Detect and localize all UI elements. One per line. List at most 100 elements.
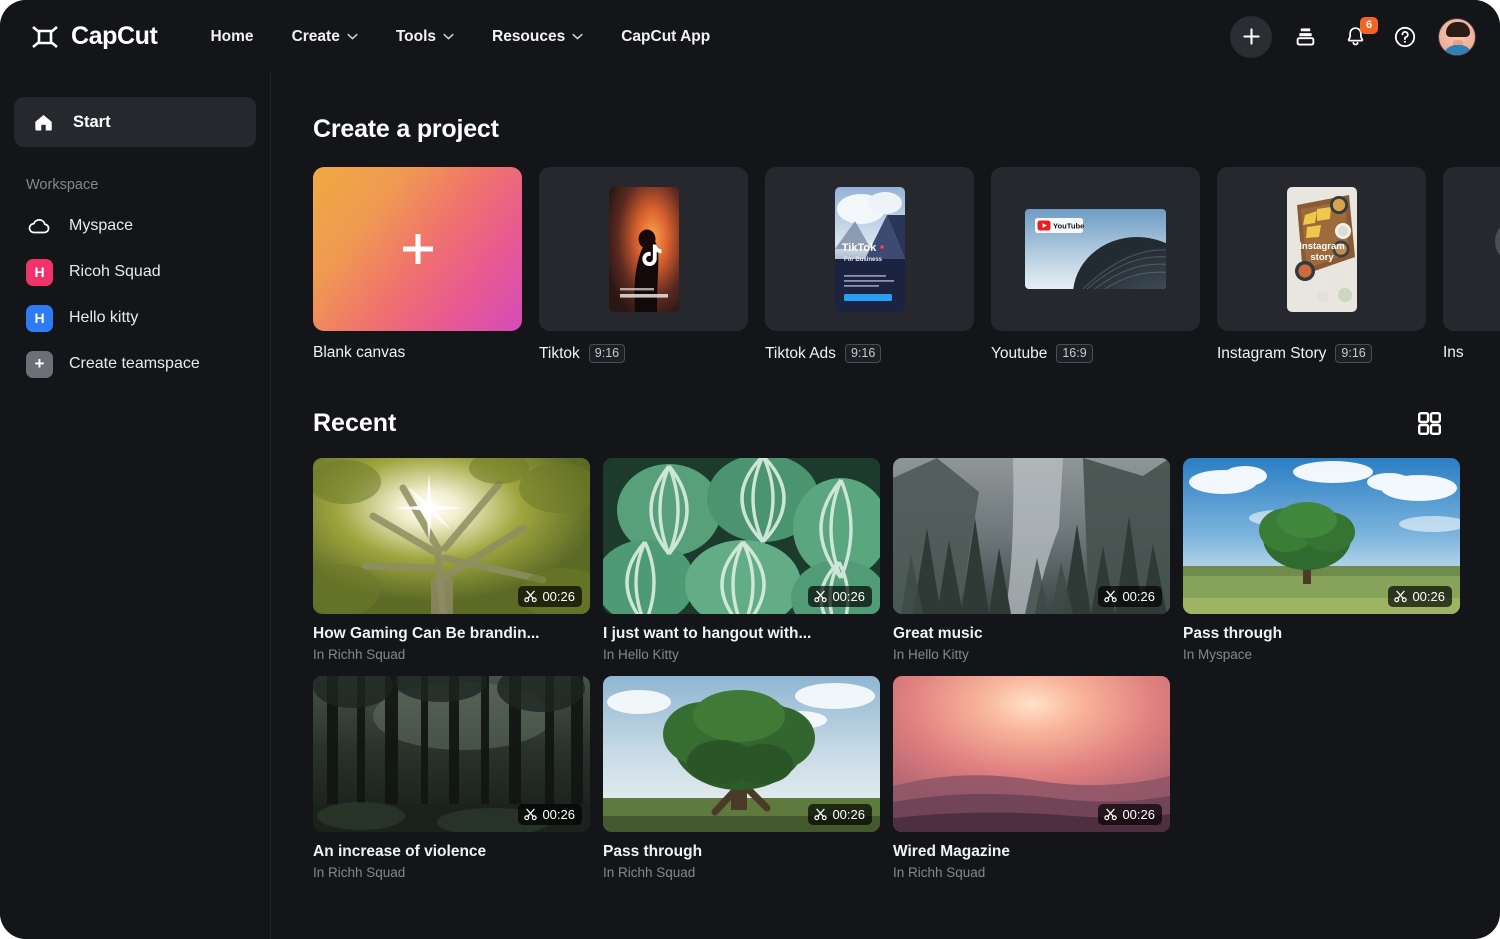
duration-badge: 00:26	[808, 804, 872, 825]
project-name: An increase of violence	[313, 843, 590, 861]
duration-text: 00:26	[542, 589, 575, 604]
help-button[interactable]	[1388, 20, 1422, 54]
project-location: In Richh Squad	[313, 865, 590, 880]
template-card-tiktok[interactable]: Tiktok 9:16	[539, 167, 748, 363]
layers-stack-icon	[1294, 25, 1317, 48]
duration-badge: 00:26	[1098, 804, 1162, 825]
sidebar-item-start[interactable]: Start	[14, 97, 256, 147]
recent-project-card[interactable]: 00:26 Pass through In Myspace	[1183, 458, 1460, 662]
duration-text: 00:26	[832, 589, 865, 604]
svg-text:YouTube: YouTube	[1053, 222, 1084, 231]
template-card-instagram-story[interactable]: Instagram story Instagram Story 9:16	[1217, 167, 1426, 363]
project-location: In Richh Squad	[893, 865, 1170, 880]
template-thumbnail[interactable]: Instagram story	[1217, 167, 1426, 331]
main-content: Create a project Blank canvas	[271, 73, 1500, 939]
instagram-story-thumbnail: Instagram story	[1287, 187, 1357, 312]
template-ratio: 16:9	[1056, 344, 1092, 363]
template-name: Ins	[1443, 344, 1464, 362]
project-location: In Richh Squad	[313, 647, 590, 662]
nav-link-capcut-app[interactable]: CapCut App	[602, 20, 729, 54]
template-card-tiktok-ads[interactable]: TikTok For Business Tiktok Ads 9:16	[765, 167, 974, 363]
nav-link-label: Resouces	[492, 28, 565, 46]
project-name: I just want to hangout with...	[603, 625, 880, 643]
svg-text:story: story	[1310, 252, 1334, 263]
duration-text: 00:26	[832, 807, 865, 822]
project-thumbnail[interactable]: 00:26	[603, 458, 880, 614]
recent-header: Recent	[313, 409, 1442, 438]
template-strip: Blank canvas	[313, 167, 1500, 363]
avatar[interactable]	[1438, 18, 1476, 56]
nav-link-tools[interactable]: Tools	[377, 20, 473, 54]
recent-title: Recent	[313, 409, 396, 438]
svg-text:For Business: For Business	[843, 257, 882, 263]
duration-text: 00:26	[542, 807, 575, 822]
recent-project-card[interactable]: 00:26 Pass through In Richh Squad	[603, 676, 880, 880]
template-thumbnail[interactable]: YouTube	[991, 167, 1200, 331]
nav-link-create[interactable]: Create	[273, 20, 377, 54]
sidebar-item-hello-kitty[interactable]: H Hello kitty	[0, 295, 270, 341]
project-name: Pass through	[603, 843, 880, 861]
sidebar-section-workspace: Workspace	[26, 177, 270, 193]
nav-link-home[interactable]: Home	[191, 20, 272, 54]
notifications-button[interactable]: 6	[1338, 20, 1372, 54]
scissors-icon	[524, 808, 537, 821]
chevron-down-icon	[443, 33, 454, 40]
project-thumbnail[interactable]: 00:26	[1183, 458, 1460, 614]
scissors-icon	[814, 808, 827, 821]
template-thumbnail[interactable]: TikTok For Business	[765, 167, 974, 331]
project-name: Great music	[893, 625, 1170, 643]
chevron-down-icon	[347, 33, 358, 40]
cloud-icon	[26, 214, 53, 239]
recent-project-card[interactable]: 00:26 Wired Magazine In Richh Squad	[893, 676, 1170, 880]
sidebar-item-label: Myspace	[69, 217, 133, 235]
recent-project-card[interactable]: 00:26 An increase of violence In Richh S…	[313, 676, 590, 880]
scissors-icon	[814, 590, 827, 603]
nav-link-resources[interactable]: Resouces	[473, 20, 602, 54]
template-thumbnail[interactable]	[1443, 167, 1500, 331]
new-project-button[interactable]	[1230, 16, 1272, 58]
project-thumbnail[interactable]: 00:26	[893, 676, 1170, 832]
question-circle-icon	[1393, 25, 1417, 49]
recent-project-card[interactable]: 00:26 How Gaming Can Be brandin... In Ri…	[313, 458, 590, 662]
project-thumbnail[interactable]: 00:26	[313, 676, 590, 832]
project-name: Wired Magazine	[893, 843, 1170, 861]
project-thumbnail[interactable]: 00:26	[603, 676, 880, 832]
brand-name: CapCut	[71, 22, 157, 51]
sidebar-item-ricoh-squad[interactable]: H Ricoh Squad	[0, 249, 270, 295]
capcut-logo-icon	[28, 20, 62, 54]
svg-text:TikTok: TikTok	[841, 242, 876, 254]
sidebar-item-label: Hello kitty	[69, 309, 138, 327]
grid-view-icon[interactable]	[1417, 411, 1442, 436]
template-thumbnail[interactable]	[539, 167, 748, 331]
sidebar-item-create-teamspace[interactable]: + Create teamspace	[0, 341, 270, 387]
template-card-instagram-post[interactable]: Ins	[1443, 167, 1500, 363]
recent-project-card[interactable]: 00:26 Great music In Hello Kitty	[893, 458, 1170, 662]
recent-projects-grid: 00:26 How Gaming Can Be brandin... In Ri…	[313, 458, 1500, 880]
sidebar-item-label: Start	[73, 113, 111, 132]
template-meta: Youtube 16:9	[991, 344, 1200, 363]
plus-icon	[1242, 27, 1261, 46]
sidebar-item-myspace[interactable]: Myspace	[0, 203, 270, 249]
template-meta: Tiktok Ads 9:16	[765, 344, 974, 363]
project-location: In Hello Kitty	[603, 647, 880, 662]
recent-project-card[interactable]: 00:26 I just want to hangout with... In …	[603, 458, 880, 662]
project-thumbnail[interactable]: 00:26	[313, 458, 590, 614]
brand[interactable]: CapCut	[28, 20, 157, 54]
home-icon	[30, 111, 57, 134]
top-right-actions: 6	[1230, 0, 1476, 73]
template-thumbnail[interactable]	[313, 167, 522, 331]
duration-badge: 00:26	[518, 586, 582, 607]
storage-button[interactable]	[1288, 20, 1322, 54]
template-ratio: 9:16	[589, 344, 625, 363]
template-card-youtube[interactable]: YouTube Youtube 16:9	[991, 167, 1200, 363]
scissors-icon	[1394, 590, 1407, 603]
scissors-icon	[1104, 590, 1117, 603]
template-meta: Ins	[1443, 344, 1500, 362]
template-meta: Instagram Story 9:16	[1217, 344, 1426, 363]
project-name: Pass through	[1183, 625, 1460, 643]
template-card-blank-canvas[interactable]: Blank canvas	[313, 167, 522, 363]
project-location: In Myspace	[1183, 647, 1460, 662]
duration-text: 00:26	[1122, 589, 1155, 604]
project-thumbnail[interactable]: 00:26	[893, 458, 1170, 614]
duration-badge: 00:26	[1098, 586, 1162, 607]
